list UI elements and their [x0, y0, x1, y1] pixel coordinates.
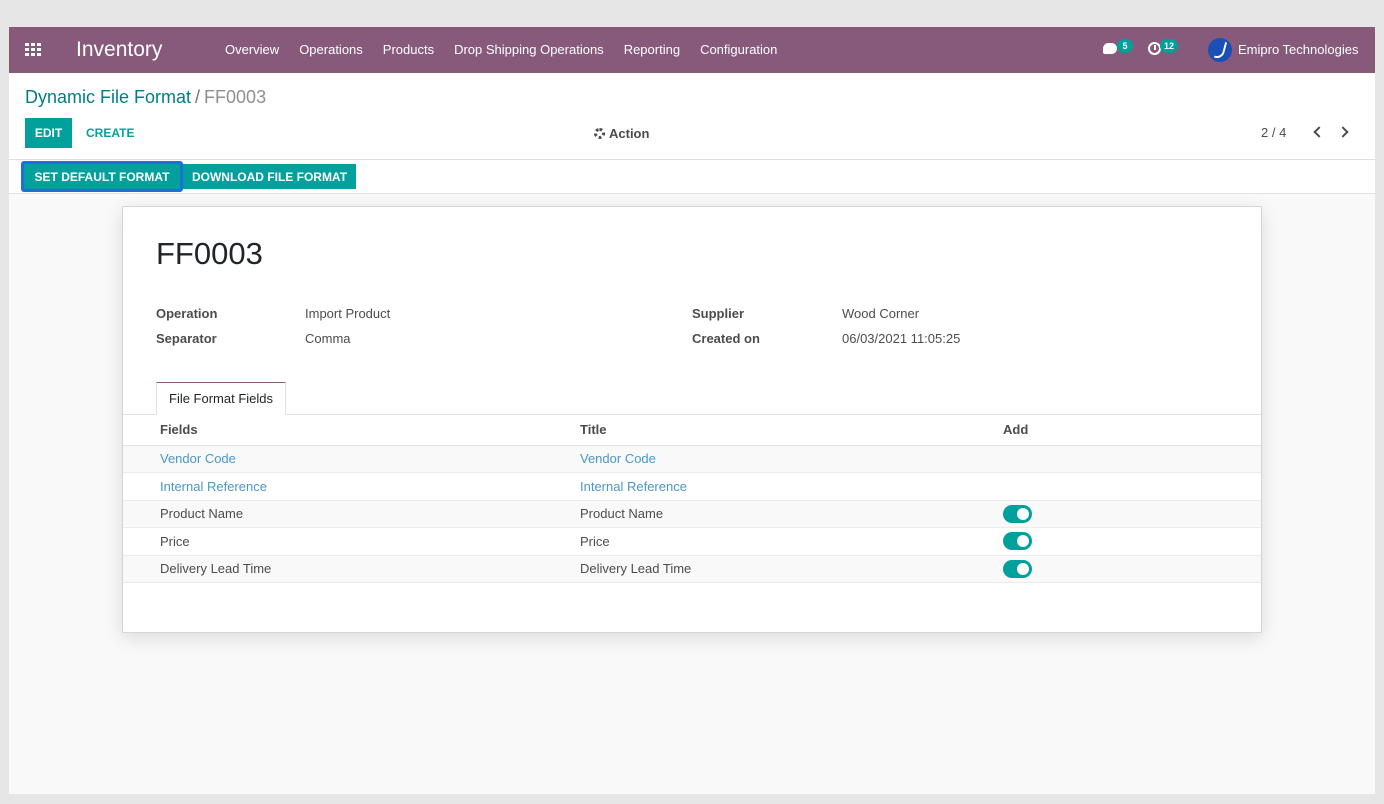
menu-products[interactable]: Products	[373, 27, 444, 73]
table-row[interactable]: Product Name Product Name	[123, 500, 1261, 528]
action-dropdown[interactable]: Action	[594, 126, 649, 141]
company-name[interactable]: Emipro Technologies	[1238, 42, 1358, 57]
add-cell	[1003, 445, 1261, 473]
field-cell[interactable]: Price	[123, 527, 580, 556]
menu-reporting[interactable]: Reporting	[614, 27, 690, 73]
column-header-fields[interactable]: Fields	[123, 415, 580, 446]
add-toggle[interactable]	[1003, 559, 1032, 578]
add-cell	[1003, 472, 1261, 501]
menu-operations[interactable]: Operations	[289, 27, 373, 73]
breadcrumb-parent[interactable]: Dynamic File Format	[25, 87, 191, 107]
messages-badge: 5	[1117, 39, 1133, 53]
breadcrumb-current: FF0003	[204, 87, 267, 107]
title-cell[interactable]: Internal Reference	[580, 472, 1003, 501]
form-statusbar: SET DEFAULT FORMAT DOWNLOAD FILE FORMAT	[9, 160, 1375, 194]
main-menu: Overview Operations Products Drop Shippi…	[215, 27, 787, 73]
breadcrumb-separator: /	[195, 87, 201, 107]
column-header-add[interactable]: Add	[1003, 415, 1261, 446]
add-toggle[interactable]	[1003, 532, 1032, 551]
table-row[interactable]: Price Price	[123, 527, 1261, 556]
title-cell[interactable]: Price	[580, 527, 1003, 556]
operation-label: Operation	[156, 306, 218, 321]
title-cell[interactable]: Vendor Code	[580, 445, 1003, 473]
download-file-format-button[interactable]: DOWNLOAD FILE FORMAT	[183, 164, 356, 189]
top-navbar: Inventory Overview Operations Products D…	[9, 27, 1375, 73]
file-format-fields-table: Fields Title Add Vendor Code Vendor Code…	[123, 415, 1261, 583]
field-cell[interactable]: Product Name	[123, 500, 580, 528]
add-toggle[interactable]	[1003, 504, 1032, 523]
operation-value: Import Product	[305, 306, 391, 321]
table-row[interactable]: Delivery Lead Time Delivery Lead Time	[123, 555, 1261, 583]
breadcrumb: Dynamic File Format / FF0003	[25, 87, 266, 108]
app-brand[interactable]: Inventory	[76, 38, 162, 62]
edit-button[interactable]: EDIT	[25, 118, 72, 148]
notebook-tabs: File Format Fields	[123, 382, 1261, 415]
created-on-label: Created on	[692, 331, 760, 346]
action-label: Action	[609, 126, 650, 141]
pager-value[interactable]: 2 / 4	[1261, 125, 1286, 140]
field-cell[interactable]: Internal Reference	[123, 472, 580, 501]
chevron-right-icon[interactable]	[1337, 126, 1349, 138]
activities-badge: 12	[1160, 39, 1179, 53]
company-logo-icon[interactable]	[1208, 38, 1232, 62]
tab-file-format-fields[interactable]: File Format Fields	[156, 382, 287, 415]
separator-label: Separator	[156, 331, 217, 346]
form-sheet: FF0003 Operation Import Product Separato…	[122, 206, 1262, 633]
gear-icon	[594, 128, 605, 139]
clock-icon[interactable]	[1148, 42, 1161, 55]
add-cell	[1003, 500, 1261, 528]
menu-overview[interactable]: Overview	[215, 27, 289, 73]
record-name: FF0003	[156, 236, 263, 271]
column-header-title[interactable]: Title	[580, 415, 1003, 446]
table-header-row: Fields Title Add	[123, 415, 1261, 446]
menu-drop-shipping[interactable]: Drop Shipping Operations	[444, 27, 614, 73]
add-cell	[1003, 555, 1261, 583]
table-row[interactable]: Vendor Code Vendor Code	[123, 445, 1261, 473]
chat-icon[interactable]	[1103, 43, 1117, 54]
create-button[interactable]: CREATE	[78, 118, 142, 148]
menu-configuration[interactable]: Configuration	[690, 27, 787, 73]
supplier-value: Wood Corner	[842, 306, 920, 321]
table-row[interactable]: Internal Reference Internal Reference	[123, 472, 1261, 501]
add-cell	[1003, 527, 1261, 556]
field-cell[interactable]: Delivery Lead Time	[123, 555, 580, 583]
title-cell[interactable]: Product Name	[580, 500, 1003, 528]
supplier-label: Supplier	[692, 306, 745, 321]
app-window: Inventory Overview Operations Products D…	[9, 27, 1375, 794]
separator-value: Comma	[305, 331, 351, 346]
title-cell[interactable]: Delivery Lead Time	[580, 555, 1003, 583]
control-panel: Dynamic File Format / FF0003 EDIT CREATE A…	[9, 73, 1375, 160]
set-default-format-button[interactable]: SET DEFAULT FORMAT	[21, 161, 183, 192]
created-on-value: 06/03/2021 11:05:25	[842, 331, 961, 346]
apps-grid-icon[interactable]	[25, 43, 41, 56]
chevron-left-icon[interactable]	[1313, 126, 1325, 138]
field-cell[interactable]: Vendor Code	[123, 445, 580, 473]
